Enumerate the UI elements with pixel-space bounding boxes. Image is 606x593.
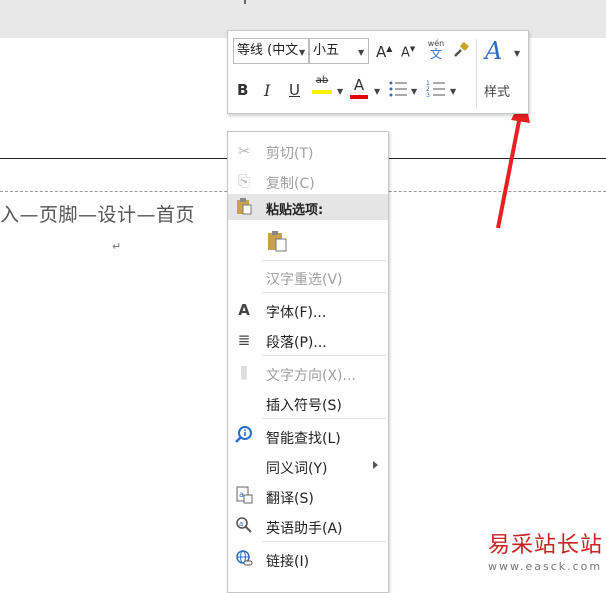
shrink-font-button[interactable]: A▼ [401,45,415,60]
menu-item-synonyms[interactable]: 同义词(Y) [228,451,388,481]
menu-item-english-assistant[interactable]: a 英语助手(A) [228,511,388,541]
font-family-select[interactable]: 等线 (中文 [233,38,309,64]
italic-button[interactable]: I [264,81,270,100]
menu-item-label: 链接(I) [266,554,310,570]
menu-item-label: 字体(F)... [266,305,327,321]
document-text[interactable]: 入—页脚—设计—首页 [0,200,195,227]
phonetic-guide-button[interactable]: wén 文 [426,39,446,61]
paste-options-header: 粘贴选项: [228,194,388,220]
menu-item-link[interactable]: 链接(I) [228,544,388,574]
font-size-dropdown-icon[interactable]: ▼ [358,48,364,57]
menu-item-translate[interactable]: a 翻译(S) [228,481,388,511]
menu-item-label: 粘贴选项: [266,203,324,218]
bullets-button[interactable] [388,79,408,103]
styles-label: 样式 [484,85,511,100]
menu-item-label: 复制(C) [266,176,315,192]
menu-item-label: 翻译(S) [266,491,314,507]
menu-item-font[interactable]: A 字体(F)... [228,295,388,325]
highlight-dropdown-icon[interactable]: ▼ [337,87,343,96]
menu-item-label: 文字方向(X)... [266,368,356,384]
font-family-value: 等线 (中文 [237,43,299,58]
menu-item-cut[interactable]: ✂ 剪切(T) [228,136,388,166]
bullets-dropdown-icon[interactable]: ▼ [411,87,417,96]
smart-lookup-icon [233,426,255,446]
font-color-bar [350,95,368,99]
bullets-icon [389,81,407,97]
menu-item-text-direction[interactable]: ⫼ 文字方向(X)... [228,358,388,388]
menu-separator [262,355,386,356]
submenu-arrow-icon [373,461,378,469]
numbering-icon: 1 2 3 [426,80,445,99]
menu-item-label: 同义词(Y) [266,461,328,477]
format-painter-icon [454,42,469,57]
paragraph-icon: ≣ [237,331,251,349]
translate-icon: a [233,486,255,506]
watermark-brand: 易采站长站 [488,533,604,558]
font-color-icon: A [353,76,365,94]
svg-text:3: 3 [426,92,430,99]
ruler-tick [244,0,246,4]
font-family-dropdown-icon[interactable]: ▼ [299,48,305,57]
font-color-button[interactable]: A [350,77,368,99]
phonetic-char: 文 [429,47,442,61]
styles-dropdown-icon[interactable]: ▼ [514,49,520,58]
styles-button[interactable]: A [485,37,502,65]
svg-text:a: a [239,520,243,528]
context-menu: ✂ 剪切(T) ⎘ 复制(C) 粘贴选项: 汉字重选(V) A 字体(F)...… [227,131,389,593]
highlight-color-bar [312,90,332,94]
shrink-font-icon: A [401,45,410,61]
menu-separator [262,418,386,419]
paste-icon [266,230,288,252]
menu-item-label: 智能查找(L) [266,431,341,447]
text-direction-icon: ⫼ [240,364,248,382]
menu-separator [262,292,386,293]
svg-text:a: a [239,490,244,499]
toolbar-separator [476,39,477,109]
clipboard-icon [233,197,255,217]
menu-item-label: 插入符号(S) [266,398,342,414]
menu-item-reconvert[interactable]: 汉字重选(V) [228,262,388,292]
format-painter-button[interactable] [452,41,470,63]
paragraph-mark: ↵ [112,240,122,253]
watermark-url: www.easck.com [488,560,603,573]
menu-item-label: 英语助手(A) [266,521,343,537]
english-assistant-icon: a [233,516,255,536]
numbering-button[interactable]: 1 2 3 [426,79,446,103]
menu-item-label: 汉字重选(V) [266,272,343,288]
menu-item-paragraph[interactable]: ≣ 段落(P)... [228,325,388,355]
menu-item-label: 段落(P)... [266,335,327,351]
menu-separator [262,260,386,261]
font-color-dropdown-icon[interactable]: ▼ [374,87,380,96]
scissors-icon: ✂ [237,142,251,160]
menu-item-label: 剪切(T) [266,146,314,162]
link-icon [233,549,255,569]
font-size-value: 小五 [313,43,340,58]
grow-font-icon: A [376,43,387,61]
copy-icon: ⎘ [237,172,250,190]
font-icon: A [238,301,250,319]
styles-icon: A [485,37,503,65]
numbering-dropdown-icon[interactable]: ▼ [450,87,456,96]
bold-button[interactable]: B [237,81,248,99]
menu-separator [262,541,386,542]
grow-font-button[interactable]: A▲ [376,43,392,61]
menu-item-copy[interactable]: ⎘ 复制(C) [228,166,388,196]
menu-item-smart-lookup[interactable]: 智能查找(L) [228,421,388,451]
highlight-icon: ab [315,75,329,86]
highlight-button[interactable]: ab [312,75,332,94]
mini-toolbar: 等线 (中文 ▼ 小五 ▼ A▲ A▼ wén 文 B I U ab ▼ A ▼… [227,30,529,114]
paste-keep-text-only-button[interactable] [228,224,388,258]
underline-button[interactable]: U [289,81,300,99]
menu-item-insert-symbol[interactable]: 插入符号(S) [228,388,388,418]
